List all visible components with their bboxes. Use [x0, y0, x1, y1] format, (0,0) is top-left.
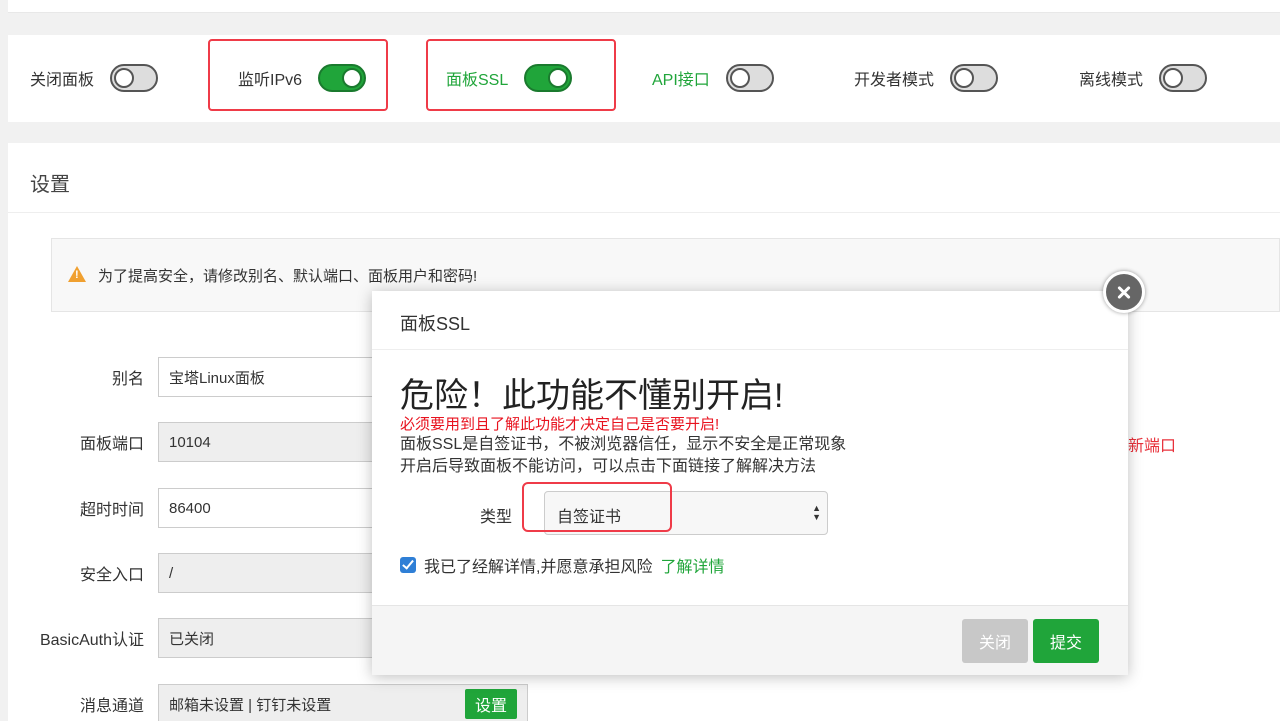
toggle-close-panel[interactable]: 关闭面板: [30, 63, 159, 93]
highlight-box-select: [522, 482, 672, 532]
message-channel-input[interactable]: 邮箱未设置 | 钉钉未设置 设置: [158, 684, 528, 721]
row-label: 消息通道: [79, 698, 144, 715]
api-switch[interactable]: [725, 64, 774, 92]
switch-knob: [729, 68, 750, 88]
close-icon[interactable]: [1103, 271, 1145, 313]
agree-text: 我已了经解详情,并愿意承担风险: [424, 559, 653, 576]
toggle-label: 关闭面板: [30, 72, 95, 89]
type-label: 类型: [480, 509, 513, 526]
select-arrows-icon: ▲ ▼: [812, 503, 821, 522]
agree-row: 我已了经解详情,并愿意承担风险 了解详情: [400, 553, 724, 577]
row-label: 安全入口: [79, 567, 144, 584]
close-button[interactable]: 关闭: [962, 619, 1028, 663]
info-line-2: 开启后导致面板不能访问，可以点击下面链接了解解决方法: [400, 458, 817, 475]
toggle-label: 开发者模式: [854, 72, 935, 89]
settings-title: 设置: [8, 143, 1280, 213]
dialog-title: 面板SSL: [372, 291, 1128, 350]
close-panel-switch[interactable]: [110, 64, 159, 92]
row-message-channel: 消息通道 邮箱未设置 | 钉钉未设置 设置: [8, 684, 528, 721]
switch-knob: [1163, 68, 1184, 88]
developer-switch[interactable]: [950, 64, 999, 92]
top-strip: [8, 0, 1280, 13]
submit-button[interactable]: 提交: [1033, 619, 1099, 663]
highlight-box-ssl: [426, 39, 616, 111]
row-label: 面板端口: [79, 436, 144, 453]
toggle-offline[interactable]: 离线模式: [1079, 63, 1208, 93]
danger-subtitle: 必须要用到且了解此功能才决定自己是否要开启!: [400, 416, 720, 433]
agree-checkbox[interactable]: [400, 557, 416, 573]
warning-text: 为了提高安全，请修改别名、默认端口、面板用户和密码!: [98, 268, 478, 285]
type-row: 类型 自签证书 ▲ ▼: [372, 482, 1128, 535]
dialog-body: 危险！此功能不懂别开启! 必须要用到且了解此功能才决定自己是否要开启! 面板SS…: [400, 376, 1100, 478]
message-settings-button[interactable]: 设置: [464, 689, 517, 719]
toggle-api[interactable]: API接口: [652, 63, 774, 93]
toggle-label: 离线模式: [1079, 72, 1144, 89]
dialog-footer: 关闭 提交: [372, 605, 1128, 675]
offline-switch[interactable]: [1159, 64, 1208, 92]
warning-icon: [68, 266, 86, 282]
row-label: BasicAuth认证: [39, 632, 144, 649]
info-line-1: 面板SSL是自签证书，不被浏览器信任，显示不安全是正常现象: [400, 436, 847, 453]
highlight-box-ipv6: [208, 39, 388, 111]
row-label: 别名: [111, 371, 144, 388]
learn-more-link[interactable]: 了解详情: [660, 553, 724, 577]
message-channel-value: 邮箱未设置 | 钉钉未设置: [169, 696, 332, 714]
danger-title: 危险！此功能不懂别开启!: [400, 377, 784, 415]
panel-ssl-dialog: 面板SSL 危险！此功能不懂别开启! 必须要用到且了解此功能才决定自己是否要开启…: [372, 271, 1145, 675]
row-label: 超时时间: [79, 502, 144, 519]
switch-knob: [114, 68, 135, 88]
toggle-developer[interactable]: 开发者模式: [854, 63, 999, 93]
switch-knob: [954, 68, 975, 88]
panel-toggle-bar: 关闭面板 监听IPv6 面板SSL API接口 开发者模式 离线模式: [8, 35, 1280, 122]
new-port-note: 新端口: [1128, 438, 1177, 455]
toggle-label: API接口: [652, 72, 710, 89]
